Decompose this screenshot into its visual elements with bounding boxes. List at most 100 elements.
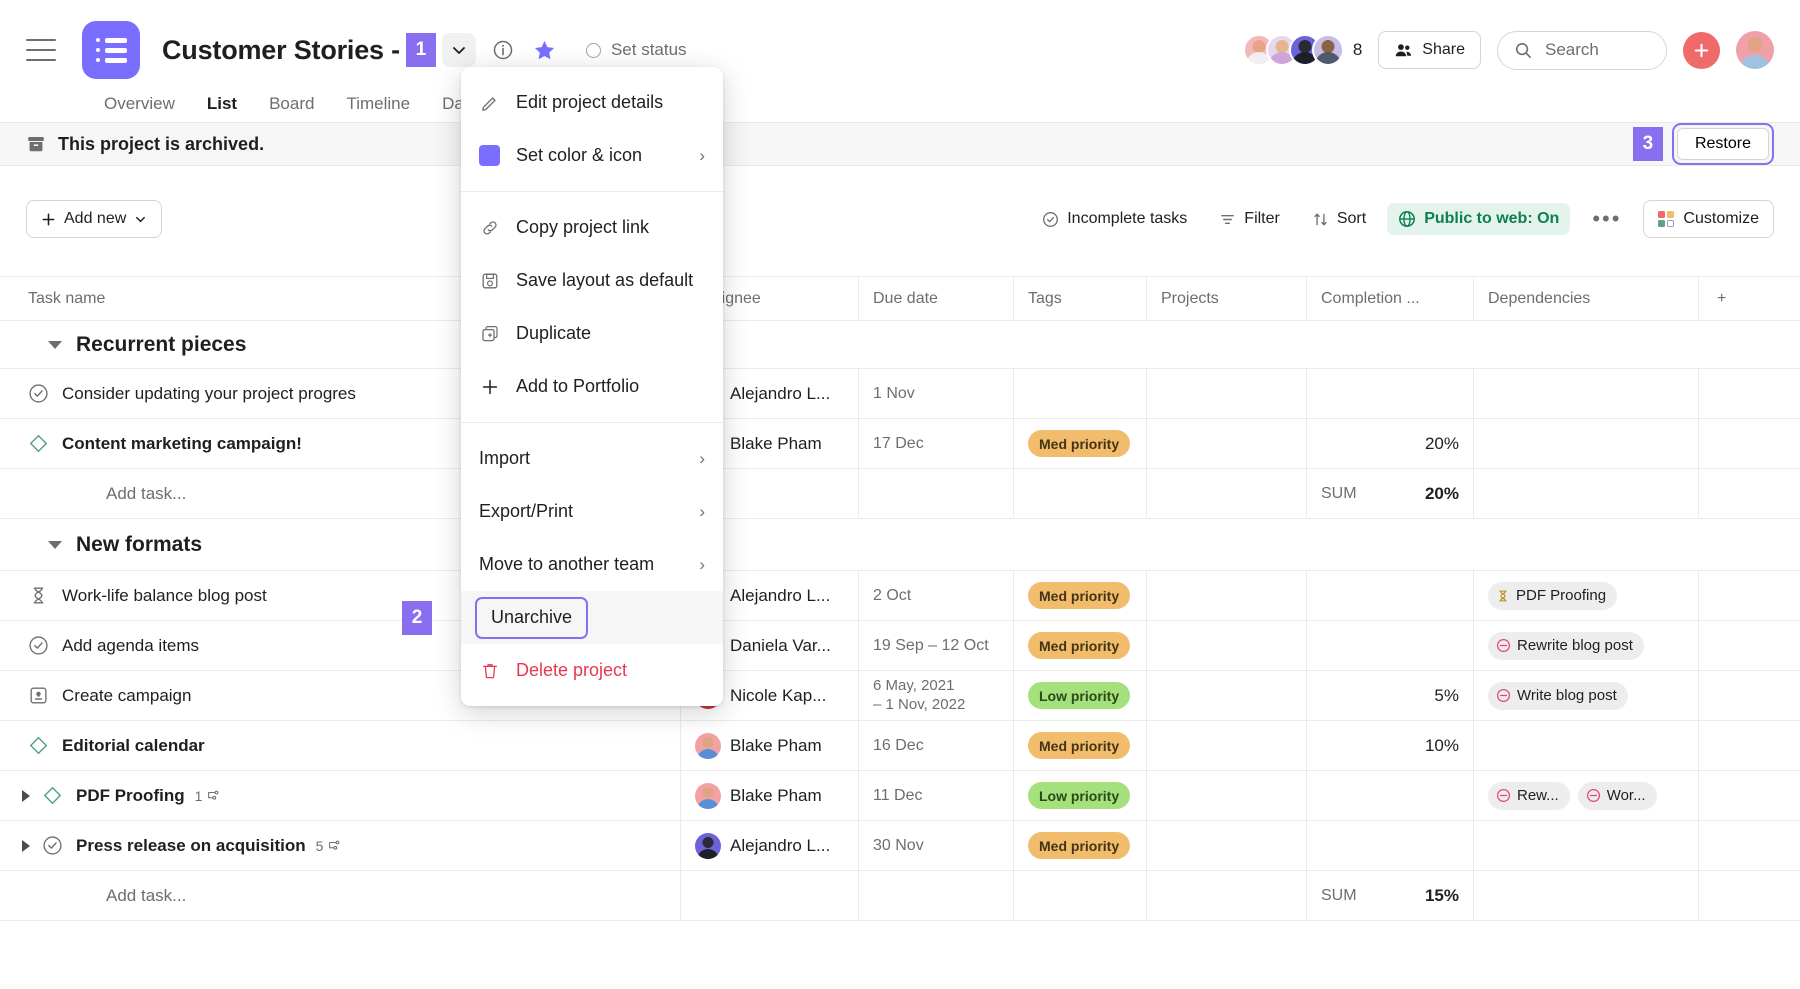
sort-button[interactable]: Sort — [1301, 203, 1377, 235]
dependency-chip[interactable]: PDF Proofing — [1488, 581, 1618, 610]
tag-chip[interactable]: Med priority — [1028, 430, 1131, 457]
menu-item-save-layout-as-default[interactable]: Save layout as default — [461, 254, 723, 307]
customize-button[interactable]: Customize — [1643, 200, 1774, 238]
projects-cell[interactable] — [1146, 821, 1306, 870]
more-options-icon[interactable]: ••• — [1580, 208, 1633, 230]
dependencies-cell[interactable]: Rew... Wor... — [1473, 771, 1698, 820]
add-task-row[interactable]: Add task... SUM 20% — [0, 469, 1800, 519]
add-new-button[interactable]: Add new — [26, 200, 163, 238]
projects-cell[interactable] — [1146, 671, 1306, 720]
assignee-cell[interactable]: Blake Pham — [680, 771, 858, 820]
collapse-caret-icon[interactable] — [48, 540, 62, 549]
favorite-star-icon[interactable] — [530, 35, 560, 65]
table-row[interactable]: PDF Proofing 1 Blake Pham 11 Dec Low pri… — [0, 771, 1800, 821]
dependency-chip[interactable]: Wor... — [1577, 781, 1657, 810]
tag-chip[interactable]: Low priority — [1028, 682, 1131, 709]
tag-chip[interactable]: Med priority — [1028, 632, 1131, 659]
tags-cell[interactable]: Low priority — [1013, 671, 1146, 720]
menu-item-copy-project-link[interactable]: Copy project link — [461, 201, 723, 254]
assignee-cell[interactable]: Blake Pham — [680, 721, 858, 770]
due-date-cell[interactable]: 6 May, 2021 – 1 Nov, 2022 — [858, 671, 1013, 720]
tab-overview[interactable]: Overview — [88, 94, 191, 125]
dependency-chip[interactable]: Rewrite blog post — [1488, 631, 1644, 660]
projects-cell[interactable] — [1146, 571, 1306, 620]
completion-cell[interactable] — [1306, 571, 1473, 620]
due-date-cell[interactable]: 11 Dec — [858, 771, 1013, 820]
projects-cell[interactable] — [1146, 721, 1306, 770]
completion-cell[interactable] — [1306, 821, 1473, 870]
dependencies-cell[interactable] — [1473, 821, 1698, 870]
tab-list[interactable]: List — [191, 94, 253, 125]
column-header-due-date[interactable]: Due date — [858, 277, 1013, 320]
section-header-recurrent-pieces[interactable]: Recurrent pieces — [0, 321, 1800, 369]
dependencies-cell[interactable]: PDF Proofing — [1473, 571, 1698, 620]
set-status-button[interactable]: Set status — [585, 40, 687, 60]
tags-cell[interactable]: Med priority — [1013, 571, 1146, 620]
filter-button[interactable]: Filter — [1208, 203, 1291, 235]
projects-cell[interactable] — [1146, 369, 1306, 418]
tags-cell[interactable]: Low priority — [1013, 771, 1146, 820]
tags-cell[interactable]: Med priority — [1013, 621, 1146, 670]
dependencies-cell[interactable] — [1473, 419, 1698, 468]
completion-cell[interactable] — [1306, 771, 1473, 820]
section-header-new-formats[interactable]: New formats — [0, 519, 1800, 571]
expand-caret-icon[interactable] — [22, 839, 30, 852]
create-button[interactable] — [1683, 31, 1720, 69]
task-name-cell[interactable]: Press release on acquisition 5 — [0, 821, 680, 870]
menu-item-unarchive[interactable]: Unarchive — [475, 596, 589, 639]
task-name-cell[interactable]: Editorial calendar — [0, 721, 680, 770]
menu-item-set-color-and-icon[interactable]: Set color & icon › — [461, 129, 723, 182]
table-row[interactable]: Add agenda items Daniela Var... 19 Sep –… — [0, 621, 1800, 671]
project-menu-chevron-icon[interactable] — [441, 33, 476, 67]
column-header-dependencies[interactable]: Dependencies — [1473, 277, 1698, 320]
table-row[interactable]: Work-life balance blog post Alejandro L.… — [0, 571, 1800, 621]
menu-item-delete-project[interactable]: Delete project — [461, 644, 723, 697]
dependencies-cell[interactable] — [1473, 369, 1698, 418]
tag-chip[interactable]: Low priority — [1028, 782, 1131, 809]
tag-chip[interactable]: Med priority — [1028, 582, 1131, 609]
due-date-cell[interactable]: 16 Dec — [858, 721, 1013, 770]
incomplete-tasks-filter[interactable]: Incomplete tasks — [1031, 203, 1198, 235]
menu-item-duplicate[interactable]: Duplicate — [461, 307, 723, 360]
projects-cell[interactable] — [1146, 621, 1306, 670]
dependencies-cell[interactable] — [1473, 721, 1698, 770]
completion-cell[interactable] — [1306, 369, 1473, 418]
tag-chip[interactable]: Med priority — [1028, 732, 1131, 759]
add-task-input[interactable]: Add task... — [0, 871, 680, 920]
completion-cell[interactable]: 10% — [1306, 721, 1473, 770]
menu-toggle-icon[interactable] — [26, 39, 56, 61]
table-row[interactable]: Editorial calendar Blake Pham 16 Dec Med… — [0, 721, 1800, 771]
menu-item-import[interactable]: Import › — [461, 432, 723, 485]
add-task-row[interactable]: Add task... SUM 15% — [0, 871, 1800, 921]
share-button[interactable]: Share — [1378, 31, 1481, 69]
restore-button[interactable]: Restore — [1676, 128, 1769, 160]
menu-item-add-to-portfolio[interactable]: Add to Portfolio — [461, 360, 723, 413]
dependency-chip[interactable]: Write blog post — [1488, 681, 1628, 710]
tags-cell[interactable]: Med priority — [1013, 821, 1146, 870]
add-column-button[interactable]: + — [1698, 277, 1800, 320]
member-avatars[interactable]: 8 — [1242, 34, 1362, 66]
expand-caret-icon[interactable] — [22, 789, 30, 802]
table-row[interactable]: Consider updating your project progres A… — [0, 369, 1800, 419]
public-to-web-toggle[interactable]: Public to web: On — [1387, 203, 1571, 235]
table-row[interactable]: Content marketing campaign! Blake Pham 1… — [0, 419, 1800, 469]
menu-item-edit-project-details[interactable]: Edit project details — [461, 76, 723, 129]
tab-board[interactable]: Board — [253, 94, 330, 125]
projects-cell[interactable] — [1146, 419, 1306, 468]
dependency-chip[interactable]: Rew... — [1488, 781, 1570, 810]
menu-item-move-to-another-team[interactable]: Move to another team › — [461, 538, 723, 591]
projects-cell[interactable] — [1146, 771, 1306, 820]
task-name-cell[interactable]: PDF Proofing 1 — [0, 771, 680, 820]
dependencies-cell[interactable]: Write blog post — [1473, 671, 1698, 720]
column-header-tags[interactable]: Tags — [1013, 277, 1146, 320]
completion-cell[interactable] — [1306, 621, 1473, 670]
due-date-cell[interactable]: 30 Nov — [858, 821, 1013, 870]
due-date-cell[interactable]: 17 Dec — [858, 419, 1013, 468]
tags-cell[interactable]: Med priority — [1013, 419, 1146, 468]
tab-timeline[interactable]: Timeline — [330, 94, 426, 125]
table-row[interactable]: Create campaign Nicole Kap... 6 May, 202… — [0, 671, 1800, 721]
dependencies-cell[interactable]: Rewrite blog post — [1473, 621, 1698, 670]
completion-cell[interactable]: 5% — [1306, 671, 1473, 720]
column-header-completion[interactable]: Completion ... — [1306, 277, 1473, 320]
info-icon[interactable] — [488, 35, 518, 65]
